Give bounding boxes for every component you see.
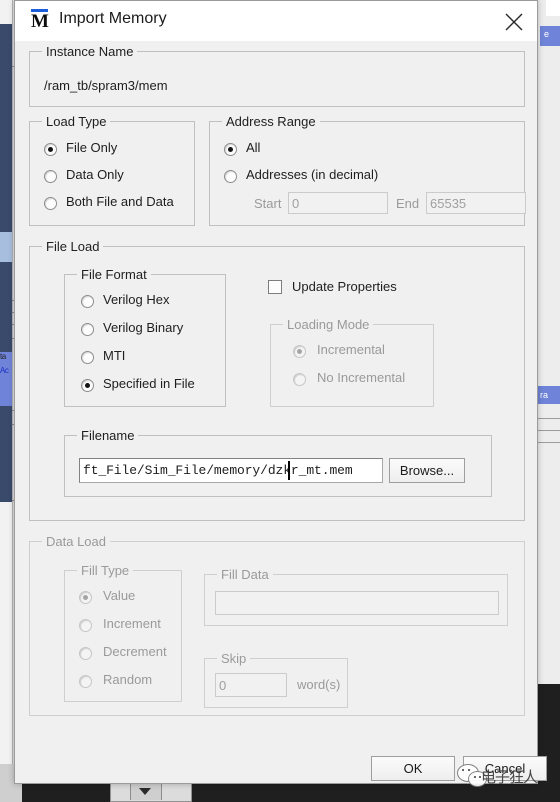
label-specified-in-file: Specified in File: [103, 376, 195, 391]
background-left-label: Ac: [0, 366, 9, 375]
label-start: Start: [254, 196, 282, 211]
radio-value: [79, 591, 92, 604]
file-format-legend: File Format: [77, 267, 151, 282]
background-right-white: [546, 0, 560, 16]
background-right-divider: [537, 430, 560, 431]
radio-specified-in-file[interactable]: [81, 379, 94, 392]
label-addresses-in-decimal: Addresses (in decimal): [246, 167, 379, 182]
dialog-body: Instance Name /ram_tb/spram3/mem Load Ty…: [15, 41, 547, 783]
background-right-divider: [537, 418, 560, 419]
label-update-properties: Update Properties: [292, 279, 397, 294]
browse-button[interactable]: Browse...: [389, 458, 465, 483]
loading-mode-group: Loading Mode Incremental No Incremental: [270, 317, 434, 407]
label-mti: MTI: [103, 348, 126, 363]
background-left-label: ta: [0, 352, 6, 361]
label-no-incremental: No Incremental: [317, 370, 406, 385]
background-right-top-label: e: [544, 29, 550, 39]
radio-verilog-binary[interactable]: [81, 323, 94, 336]
radio-all[interactable]: [224, 143, 237, 156]
load-type-group: Load Type File Only Data Only Both File …: [29, 114, 195, 226]
filename-input[interactable]: [79, 458, 383, 483]
ok-button[interactable]: OK: [371, 756, 455, 781]
file-format-group: File Format Verilog Hex Verilog Binary M…: [64, 267, 226, 407]
file-load-legend: File Load: [42, 239, 104, 254]
label-increment: Increment: [103, 616, 161, 631]
background-left-darkbar: [0, 24, 12, 502]
radio-mti[interactable]: [81, 351, 94, 364]
label-incremental: Incremental: [317, 342, 385, 357]
background-right-divider: [537, 442, 560, 443]
label-data-only: Data Only: [66, 167, 124, 182]
radio-incremental: [293, 345, 306, 358]
instance-name-value: /ram_tb/spram3/mem: [44, 78, 168, 93]
label-value: Value: [103, 588, 136, 603]
load-type-legend: Load Type: [42, 114, 111, 129]
fill-type-group: Fill Type Value Increment Decrement Rand…: [64, 563, 182, 702]
background-right-selection: [540, 26, 560, 46]
fill-data-input: [215, 591, 499, 615]
loading-mode-legend: Loading Mode: [283, 317, 374, 332]
end-address-input[interactable]: [426, 192, 526, 214]
radio-data-only[interactable]: [44, 170, 57, 183]
dialog-title: Import Memory: [59, 10, 167, 27]
label-verilog-binary: Verilog Binary: [103, 320, 184, 335]
radio-verilog-hex[interactable]: [81, 295, 94, 308]
file-load-group: File Load File Format Verilog Hex Verilo…: [29, 239, 525, 521]
label-verilog-hex: Verilog Hex: [103, 292, 170, 307]
label-all: All: [246, 140, 261, 155]
checkbox-update-properties[interactable]: [268, 280, 282, 294]
cancel-button[interactable]: Cancel: [463, 756, 547, 781]
screen: ta Ac e ra M Import Memory Instance Name…: [0, 0, 560, 802]
background-left-selection: [0, 232, 12, 262]
radio-file-only[interactable]: [44, 143, 57, 156]
label-skip-units: word(s): [297, 677, 341, 692]
background-right-tab-label: ra: [540, 390, 549, 400]
start-address-input[interactable]: [288, 192, 388, 214]
dialog-titlebar: M Import Memory: [15, 1, 537, 41]
background-right-tab: ra: [537, 386, 560, 404]
instance-name-group: Instance Name /ram_tb/spram3/mem: [29, 44, 525, 107]
data-load-legend: Data Load: [42, 534, 110, 549]
skip-input: [215, 673, 287, 697]
fill-data-group: Fill Data: [204, 567, 508, 626]
fill-data-legend: Fill Data: [217, 567, 273, 582]
skip-group: Skip word(s): [204, 651, 348, 708]
radio-addresses-in-decimal[interactable]: [224, 170, 237, 183]
label-random: Random: [103, 672, 153, 687]
close-icon[interactable]: [491, 1, 537, 41]
modelsim-m-icon: M: [31, 9, 49, 32]
background-bottom-bar: [0, 782, 560, 802]
scroll-down-arrow-icon[interactable]: [139, 788, 151, 795]
radio-decrement: [79, 647, 92, 660]
radio-random: [79, 675, 92, 688]
skip-legend: Skip: [217, 651, 251, 666]
filename-legend: Filename: [77, 428, 139, 443]
label-both-file-and-data: Both File and Data: [66, 194, 174, 209]
filename-group: Filename Browse...: [64, 428, 492, 497]
radio-increment: [79, 619, 92, 632]
radio-no-incremental: [293, 373, 306, 386]
radio-both-file-and-data[interactable]: [44, 197, 57, 210]
label-decrement: Decrement: [103, 644, 167, 659]
import-memory-dialog: M Import Memory Instance Name /ram_tb/sp…: [14, 0, 547, 784]
data-load-group: Data Load Fill Type Value Increment Decr…: [29, 534, 525, 716]
fill-type-legend: Fill Type: [77, 563, 134, 578]
label-end: End: [396, 196, 420, 211]
text-caret: [288, 461, 290, 480]
address-range-legend: Address Range: [222, 114, 320, 129]
address-range-group: Address Range All Addresses (in decimal)…: [209, 114, 526, 226]
label-file-only: File Only: [66, 140, 118, 155]
instance-name-legend: Instance Name: [42, 44, 138, 59]
